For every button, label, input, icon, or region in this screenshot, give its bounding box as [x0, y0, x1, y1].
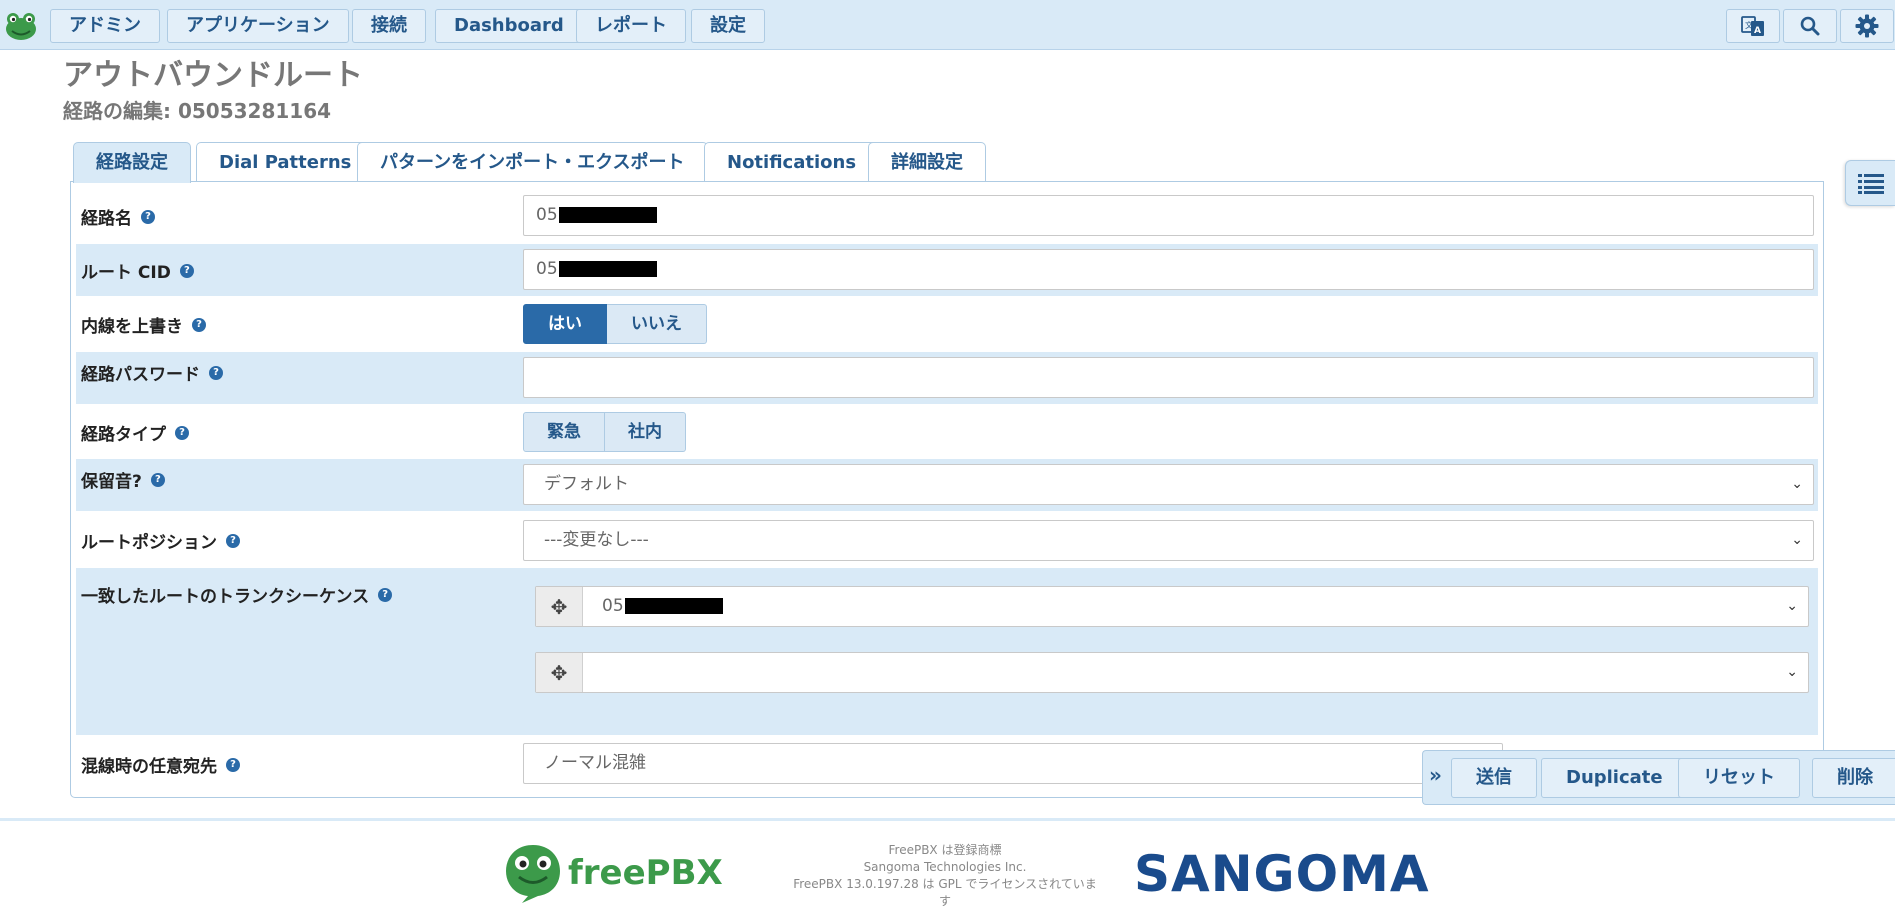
freepbx-logo[interactable]: freePBX: [502, 841, 723, 905]
nav-admin[interactable]: アドミン: [50, 9, 160, 43]
row-override-extension: 内線を上書き? はい いいえ: [76, 298, 1818, 350]
override-extension-toggle: はい いいえ: [523, 304, 707, 344]
help-icon[interactable]: ?: [150, 472, 165, 487]
duplicate-button[interactable]: Duplicate: [1541, 758, 1688, 798]
freepbx-frog-logo-icon[interactable]: [4, 11, 38, 41]
row-route-position: ルートポジション? ---変更なし--- ⌄: [76, 514, 1818, 566]
list-icon: [1857, 174, 1884, 194]
route-position-label: ルートポジション?: [81, 528, 240, 553]
route-cid-label: ルート CID?: [81, 258, 194, 283]
search-icon: [1800, 16, 1820, 36]
nav-dashboard[interactable]: Dashboard: [435, 9, 583, 43]
sidebar-toggle-button[interactable]: [1845, 160, 1895, 206]
drag-handle-icon[interactable]: ✥: [536, 653, 583, 692]
route-name-input[interactable]: 05: [523, 195, 1814, 236]
chevron-down-icon: ⌄: [1791, 532, 1803, 548]
page-title: アウトバウンドルート: [63, 58, 363, 93]
gear-icon: [1855, 14, 1879, 38]
tab-notifications[interactable]: Notifications: [704, 142, 880, 182]
trunk-select-1[interactable]: ✥ 05 ⌄: [535, 586, 1809, 627]
route-type-intracompany-button[interactable]: 社内: [605, 412, 686, 452]
freepbx-wordmark: freePBX: [568, 853, 723, 893]
freepbx-frog-icon: [506, 845, 560, 903]
help-icon[interactable]: ?: [179, 263, 194, 278]
chevron-down-icon: ⌄: [1791, 476, 1803, 492]
route-position-select[interactable]: ---変更なし--- ⌄: [523, 520, 1814, 561]
redaction-bar: [558, 261, 657, 277]
help-icon[interactable]: ?: [192, 317, 206, 332]
chevron-down-icon: ⌄: [1786, 664, 1798, 680]
congestion-destination-select[interactable]: ノーマル混雑: [523, 743, 1503, 784]
congestion-destination-label: 混線時の任意宛先?: [81, 752, 240, 777]
footer-copyright: FreePBX は登録商標 Sangoma Technologies Inc. …: [790, 842, 1100, 910]
language-icon: 文 A: [1741, 16, 1764, 36]
footer-line: Sangoma Technologies Inc.: [863, 860, 1027, 874]
language-button[interactable]: 文 A: [1726, 9, 1780, 43]
page-subtitle: 経路の編集: 05053281164: [63, 99, 332, 123]
trunk-select-2[interactable]: ✥ ⌄: [535, 652, 1809, 693]
row-trunk-sequence: 一致したルートのトランクシーケンス? ✥ 05 ⌄ ✥ ⌄: [76, 568, 1818, 735]
row-route-type: 経路タイプ? 緊急 社内: [76, 406, 1818, 458]
top-navbar: アドミン アプリケーション 接続 Dashboard レポート 設定 文 A: [0, 0, 1895, 50]
music-on-hold-label: 保留音??: [81, 467, 165, 492]
route-type-toggle: 緊急 社内: [523, 412, 686, 452]
nav-applications[interactable]: アプリケーション: [167, 9, 349, 43]
search-button[interactable]: [1783, 9, 1837, 43]
submit-button[interactable]: 送信: [1451, 758, 1537, 798]
tab-dial-patterns[interactable]: Dial Patterns: [196, 142, 375, 182]
trunk-sequence-label: 一致したルートのトランクシーケンス?: [81, 582, 393, 607]
tab-import-export[interactable]: パターンをインポート・エクスポート: [357, 142, 708, 182]
chevron-down-icon: ⌄: [1786, 598, 1798, 614]
footer-line: FreePBX 13.0.197.28 は GPL でライセンスされていま: [793, 877, 1097, 891]
drag-handle-icon[interactable]: ✥: [536, 587, 583, 626]
help-icon[interactable]: ?: [175, 425, 189, 440]
route-password-label: 経路パスワード?: [81, 360, 223, 385]
redaction-bar: [558, 207, 657, 223]
override-no-button[interactable]: いいえ: [607, 304, 707, 344]
route-cid-input[interactable]: 05: [523, 249, 1814, 290]
nav-settings[interactable]: 設定: [691, 9, 765, 43]
music-on-hold-select[interactable]: デフォルト ⌄: [523, 464, 1814, 505]
sangoma-logo[interactable]: SANGOMA: [1134, 847, 1430, 902]
footer-line: FreePBX は登録商標: [888, 843, 1002, 857]
row-music-on-hold: 保留音?? デフォルト ⌄: [76, 459, 1818, 511]
override-extension-label: 内線を上書き?: [81, 312, 206, 337]
help-icon[interactable]: ?: [378, 587, 393, 602]
route-type-label: 経路タイプ?: [81, 420, 189, 445]
svg-text:文: 文: [1745, 20, 1753, 30]
override-yes-button[interactable]: はい: [523, 304, 607, 344]
settings-button[interactable]: [1840, 9, 1894, 43]
help-icon[interactable]: ?: [209, 365, 223, 380]
footer-divider: [0, 818, 1895, 821]
help-icon[interactable]: ?: [226, 757, 240, 772]
row-route-cid: ルート CID? 05: [76, 244, 1818, 296]
help-icon[interactable]: ?: [226, 533, 240, 548]
sangoma-wordmark: SANGOMA: [1134, 845, 1430, 903]
nav-connectivity[interactable]: 接続: [352, 9, 426, 43]
action-bar: » 送信 Duplicate リセット 削除: [1422, 750, 1895, 805]
collapse-chevron-icon[interactable]: »: [1429, 763, 1442, 787]
tab-route-settings[interactable]: 経路設定: [73, 142, 191, 183]
help-icon[interactable]: ?: [141, 209, 155, 224]
route-password-input[interactable]: [523, 357, 1814, 398]
row-route-password: 経路パスワード?: [76, 352, 1818, 404]
reset-button[interactable]: リセット: [1678, 758, 1800, 798]
route-type-emergency-button[interactable]: 緊急: [523, 412, 605, 452]
route-name-label: 経路名?: [81, 204, 155, 229]
delete-button[interactable]: 削除: [1812, 758, 1895, 798]
svg-text:A: A: [1754, 26, 1761, 36]
row-route-name: 経路名? 05: [76, 190, 1818, 242]
redaction-bar: [624, 598, 723, 614]
tab-advanced[interactable]: 詳細設定: [868, 142, 986, 182]
footer-line: す: [938, 894, 951, 908]
nav-reports[interactable]: レポート: [576, 9, 686, 43]
